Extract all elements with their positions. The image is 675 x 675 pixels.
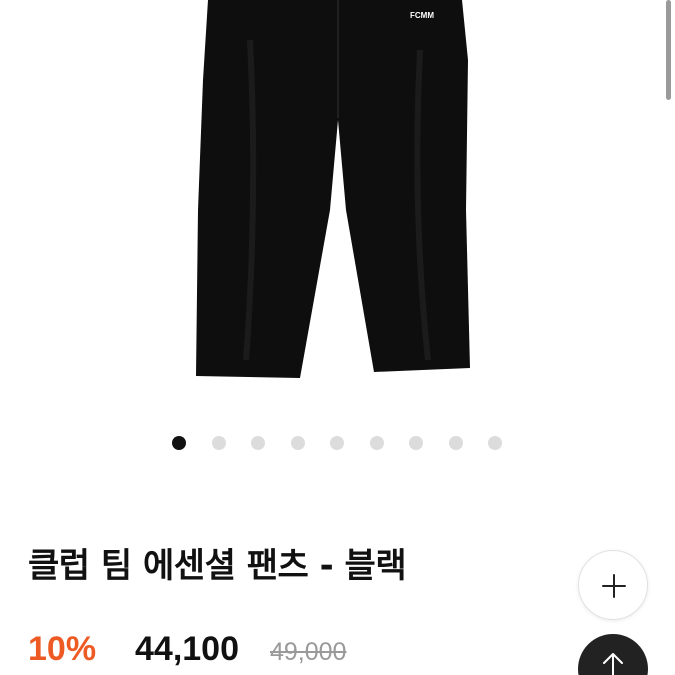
carousel-indicator [0,434,675,452]
carousel-dot[interactable] [448,436,463,450]
carousel-dot[interactable] [251,436,265,450]
add-button[interactable] [578,550,648,620]
carousel-dot[interactable] [330,436,344,450]
plus-icon [602,574,626,598]
original-price: 49,000 [270,638,347,666]
arrow-up-icon [603,653,623,675]
product-image-gallery[interactable]: FCMM [0,0,675,420]
carousel-dot[interactable] [290,436,305,450]
carousel-dot[interactable] [369,436,384,450]
carousel-dot[interactable] [172,436,186,450]
carousel-dot[interactable] [211,436,226,450]
discount-rate: 10% [28,630,97,668]
scrollbar[interactable] [666,0,671,100]
pants-shape [196,0,470,378]
scroll-to-top-button[interactable] [578,634,648,675]
carousel-dot[interactable] [409,436,423,450]
carousel-dot[interactable] [488,436,502,450]
brand-logo: FCMM [410,11,434,20]
product-title: 클럽 팀 에센셜 팬츠 - 블랙 [28,546,407,586]
sale-price: 44,100 [135,630,239,668]
product-image: FCMM [196,0,470,378]
